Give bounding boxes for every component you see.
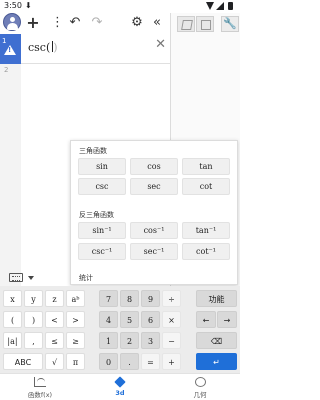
row-number-2: 2	[4, 66, 9, 74]
status-time: 3:50	[4, 1, 22, 10]
key-sqrt[interactable]: √	[45, 353, 64, 370]
enter-button[interactable]: ↵	[196, 353, 237, 370]
collapse-panel-button[interactable]: «	[150, 15, 164, 31]
nav-3d-label: 3d	[115, 389, 125, 397]
download-icon: ⬇	[25, 1, 32, 10]
key-power[interactable]: aᵇ	[66, 290, 85, 307]
key-4[interactable]: 4	[99, 311, 118, 328]
bottom-nav: 函数f(x) 3d 几何	[0, 373, 240, 400]
battery-icon	[228, 2, 233, 10]
stats-section-title: 统计	[79, 274, 93, 282]
key-close-paren[interactable]: )	[24, 311, 43, 328]
key-0[interactable]: 0	[99, 353, 118, 370]
input-function: csc	[28, 41, 46, 54]
key-less[interactable]: <	[45, 311, 64, 328]
func-sec-button[interactable]: sec	[130, 178, 178, 195]
cube-icon	[114, 376, 126, 388]
key-5[interactable]: 5	[120, 311, 139, 328]
row-margin[interactable]: 1	[0, 34, 21, 64]
keyboard-toggle[interactable]	[6, 270, 44, 286]
more-menu-button[interactable]: ⋮	[51, 15, 64, 31]
nav-geometry[interactable]: 几何	[170, 377, 230, 399]
view-grid-icon[interactable]	[196, 16, 214, 32]
func-tan-button[interactable]: tan	[182, 158, 230, 175]
wrench-icon[interactable]: 🔧	[221, 16, 239, 32]
key-2[interactable]: 2	[120, 332, 139, 349]
wifi-icon	[206, 2, 214, 10]
key-multiply[interactable]: ×	[162, 311, 181, 328]
input-expression[interactable]: csc()	[28, 41, 58, 54]
key-8[interactable]: 8	[120, 290, 139, 307]
add-button[interactable]: +	[26, 15, 40, 31]
arrow-right-button[interactable]: →	[217, 311, 237, 328]
key-greater[interactable]: >	[66, 311, 85, 328]
nav-functions[interactable]: 函数f(x)	[10, 377, 70, 399]
key-abs[interactable]: |a|	[3, 332, 22, 349]
algebra-input[interactable]: csc() ✕	[21, 34, 170, 64]
row-number: 1	[2, 37, 7, 45]
key-decimal[interactable]: .	[120, 353, 139, 370]
keyboard-icon	[9, 273, 23, 282]
arrow-left-button[interactable]: ←	[196, 311, 216, 328]
input-close-paren: )	[53, 41, 58, 54]
func-arctan-button[interactable]: tan⁻¹	[182, 222, 230, 239]
app-window: 3:50 ⬇ + ⋮ ↶ ↷ ⚙ « 🔧 1 csc() ✕ 2	[0, 0, 240, 400]
status-bar: 3:50 ⬇	[0, 0, 240, 13]
func-cot-button[interactable]: cot	[182, 178, 230, 195]
warning-icon	[4, 45, 16, 55]
chevron-down-icon	[28, 276, 34, 280]
func-arccos-button[interactable]: cos⁻¹	[130, 222, 178, 239]
status-icons	[206, 0, 236, 12]
func-arccsc-button[interactable]: csc⁻¹	[78, 243, 126, 260]
key-9[interactable]: 9	[141, 290, 160, 307]
key-divide[interactable]: ÷	[162, 290, 181, 307]
key-3[interactable]: 3	[141, 332, 160, 349]
key-less-equal[interactable]: ≤	[45, 332, 64, 349]
key-x[interactable]: x	[3, 290, 22, 307]
key-6[interactable]: 6	[141, 311, 160, 328]
key-greater-equal[interactable]: ≥	[66, 332, 85, 349]
key-minus[interactable]: −	[162, 332, 181, 349]
inverse-section-title: 反三角函数	[79, 211, 114, 219]
clear-icon[interactable]: ✕	[155, 37, 166, 52]
key-comma[interactable]: ,	[24, 332, 43, 349]
geometry-icon	[194, 377, 206, 387]
backspace-button[interactable]: ⌫	[196, 332, 237, 349]
nav-geometry-label: 几何	[193, 391, 207, 399]
settings-button[interactable]: ⚙	[130, 15, 144, 31]
math-keyboard: x y z aᵇ 7 8 9 ÷ 功能 ( ) < > 4 5 6 × ← → …	[0, 286, 240, 373]
key-1[interactable]: 1	[99, 332, 118, 349]
func-sin-button[interactable]: sin	[78, 158, 126, 175]
input-open-paren: (	[45, 41, 51, 54]
func-cos-button[interactable]: cos	[130, 158, 178, 175]
key-plus[interactable]: +	[162, 353, 181, 370]
key-functions[interactable]: 功能	[196, 290, 237, 307]
key-open-paren[interactable]: (	[3, 311, 22, 328]
view-cube-icon[interactable]	[177, 16, 195, 32]
func-arcsec-button[interactable]: sec⁻¹	[130, 243, 178, 260]
key-abc[interactable]: ABC	[3, 353, 43, 370]
trig-section-title: 三角函数	[79, 147, 107, 155]
key-7[interactable]: 7	[99, 290, 118, 307]
redo-button[interactable]: ↷	[90, 15, 104, 31]
key-pi[interactable]: π	[66, 353, 85, 370]
nav-3d[interactable]: 3d	[90, 376, 150, 397]
undo-button[interactable]: ↶	[68, 15, 82, 31]
key-z[interactable]: z	[45, 290, 64, 307]
func-arccot-button[interactable]: cot⁻¹	[182, 243, 230, 260]
avatar[interactable]	[3, 13, 21, 31]
key-y[interactable]: y	[24, 290, 43, 307]
graph-icon	[34, 377, 46, 387]
functions-popup: 三角函数 sin cos tan csc sec cot 反三角函数 sin⁻¹…	[70, 140, 238, 285]
row-margin-2: 2	[0, 64, 21, 299]
func-csc-button[interactable]: csc	[78, 178, 126, 195]
cellular-icon	[216, 2, 224, 10]
nav-functions-label: 函数f(x)	[27, 391, 53, 399]
func-arcsin-button[interactable]: sin⁻¹	[78, 222, 126, 239]
key-equals[interactable]: =	[141, 353, 160, 370]
